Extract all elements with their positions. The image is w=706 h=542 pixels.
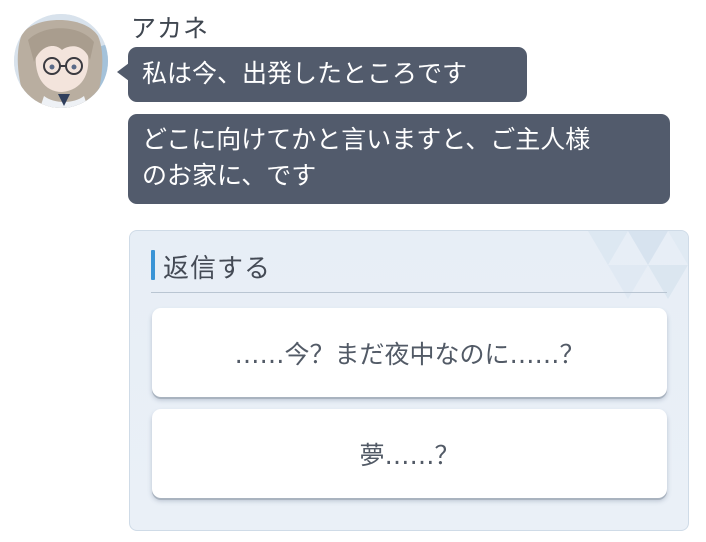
reply-option-label: ……今？まだ夜中なのに……？ (234, 339, 585, 369)
avatar[interactable] (14, 14, 108, 108)
panel-decoration (588, 231, 688, 299)
message-text-line: どこに向けてかと言いますと、ご主人様 (142, 125, 591, 154)
message-bubble: 私は今、出発したところです (117, 47, 527, 102)
reply-title-accent (151, 250, 155, 280)
message-bubble: どこに向けてかと言いますと、ご主人様 のお家に、です (128, 114, 670, 204)
sender-name: アカネ (131, 14, 210, 43)
reply-option-button[interactable]: 夢……？ (152, 409, 667, 498)
avatar-portrait (14, 14, 108, 108)
reply-option-button[interactable]: ……今？まだ夜中なのに……？ (152, 308, 667, 397)
divider (151, 292, 667, 293)
message-text-line: のお家に、です (142, 161, 317, 190)
reply-title: 返信する (163, 254, 272, 284)
message-text: 私は今、出発したところです (142, 59, 468, 88)
reply-panel: 返信する ……今？まだ夜中なのに……？ 夢……？ (129, 230, 689, 531)
reply-option-label: 夢……？ (359, 440, 460, 470)
